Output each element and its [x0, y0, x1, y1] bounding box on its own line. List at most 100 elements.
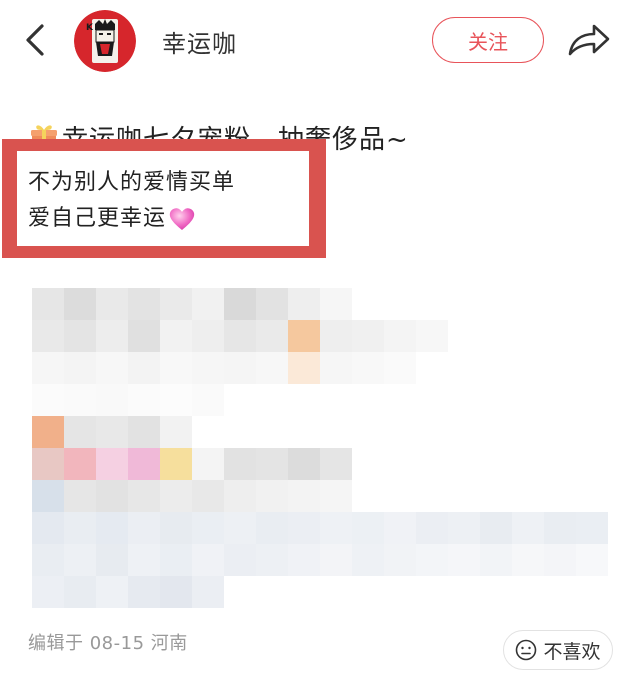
- mosaic-cell: [64, 576, 96, 608]
- mosaic-cell: [480, 512, 512, 544]
- dislike-label: 不喜欢: [543, 640, 601, 663]
- mosaic-cell: [32, 288, 64, 320]
- mosaic-cell: [288, 480, 320, 512]
- mosaic-cell: [192, 288, 224, 320]
- mosaic-cell: [416, 512, 448, 544]
- mosaic-cell: [320, 544, 352, 576]
- mosaic-cell: [96, 352, 128, 384]
- mosaic-cell: [96, 416, 128, 448]
- mosaic-cell: [128, 544, 160, 576]
- mosaic-cell: [352, 320, 384, 352]
- mosaic-cell: [448, 512, 480, 544]
- mosaic-cell: [256, 352, 288, 384]
- mosaic-cell: [384, 544, 416, 576]
- mosaic-cell: [320, 448, 352, 480]
- share-button[interactable]: [566, 20, 612, 60]
- mosaic-cell: [32, 352, 64, 384]
- mosaic-cell: [256, 320, 288, 352]
- mosaic-cell: [32, 448, 64, 480]
- mosaic-cell: [160, 544, 192, 576]
- playing-card-king-avatar: K: [74, 10, 136, 72]
- mosaic-cell: [576, 512, 608, 544]
- mosaic-cell: [416, 320, 448, 352]
- mosaic-cell: [352, 512, 384, 544]
- mosaic-cell: [384, 352, 416, 384]
- mosaic-cell: [160, 480, 192, 512]
- mosaic-cell: [224, 352, 256, 384]
- mosaic-cell: [320, 288, 352, 320]
- mosaic-cell: [224, 544, 256, 576]
- mosaic-cell: [32, 416, 64, 448]
- mosaic-cell: [192, 352, 224, 384]
- mosaic-cell: [224, 448, 256, 480]
- mosaic-cell: [96, 544, 128, 576]
- mosaic-cell: [192, 384, 224, 416]
- mosaic-cell: [544, 544, 576, 576]
- mosaic-cell: [32, 512, 64, 544]
- mosaic-cell: [32, 320, 64, 352]
- avatar[interactable]: K: [74, 10, 136, 72]
- mosaic-cell: [256, 544, 288, 576]
- chevron-left-icon: [26, 24, 44, 56]
- mosaic-cell: [288, 448, 320, 480]
- mosaic-cell: [224, 288, 256, 320]
- mosaic-cell: [128, 576, 160, 608]
- mosaic-cell: [64, 384, 96, 416]
- mosaic-cell: [96, 320, 128, 352]
- mosaic-cell: [480, 544, 512, 576]
- mosaic-cell: [160, 288, 192, 320]
- mosaic-cell: [288, 544, 320, 576]
- mosaic-cell: [224, 480, 256, 512]
- mosaic-cell: [192, 576, 224, 608]
- highlight-text-panel: 不为别人的爱情买单 爱自己更幸运: [17, 151, 309, 246]
- mosaic-cell: [64, 448, 96, 480]
- highlight-line-2: 爱自己更幸运: [28, 201, 309, 237]
- mosaic-cell: [192, 320, 224, 352]
- mosaic-cell: [256, 480, 288, 512]
- mosaic-cell: [128, 288, 160, 320]
- mosaic-cell: [128, 416, 160, 448]
- mosaic-cell: [288, 512, 320, 544]
- mosaic-cell: [160, 352, 192, 384]
- mosaic-cell: [64, 288, 96, 320]
- pink-heart-emoji-icon: [169, 208, 195, 230]
- mosaic-cell: [256, 448, 288, 480]
- mosaic-cell: [320, 480, 352, 512]
- account-name[interactable]: 幸运咖: [162, 24, 237, 59]
- neutral-face-icon: [516, 639, 537, 661]
- mosaic-cell: [160, 512, 192, 544]
- mosaic-cell: [192, 512, 224, 544]
- highlight-text-2: 爱自己更幸运: [28, 206, 167, 231]
- highlight-frame: 不为别人的爱情买单 爱自己更幸运: [2, 139, 326, 258]
- mosaic-cell: [128, 480, 160, 512]
- mosaic-cell: [544, 512, 576, 544]
- mosaic-cell: [128, 448, 160, 480]
- mosaic-cell: [96, 448, 128, 480]
- mosaic-cell: [96, 512, 128, 544]
- mosaic-cell: [384, 512, 416, 544]
- mosaic-cell: [448, 544, 480, 576]
- mosaic-cell: [96, 480, 128, 512]
- mosaic-cell: [32, 480, 64, 512]
- mosaic-cell: [128, 512, 160, 544]
- mosaic-cell: [512, 544, 544, 576]
- back-button[interactable]: [18, 20, 54, 60]
- mosaic-cell: [64, 352, 96, 384]
- mosaic-cell: [288, 352, 320, 384]
- post-header: K 幸运咖 关注: [0, 0, 639, 84]
- mosaic-cell: [160, 576, 192, 608]
- mosaic-cell: [160, 416, 192, 448]
- mosaic-cell: [224, 320, 256, 352]
- mosaic-cell: [288, 320, 320, 352]
- mosaic-cell: [352, 544, 384, 576]
- mosaic-cell: [384, 320, 416, 352]
- svg-text:K: K: [86, 23, 94, 33]
- mosaic-cell: [320, 352, 352, 384]
- dislike-button[interactable]: 不喜欢: [503, 630, 613, 670]
- follow-button[interactable]: 关注: [432, 17, 544, 63]
- mosaic-cell: [64, 512, 96, 544]
- mosaic-cell: [128, 384, 160, 416]
- post-meta: 编辑于 08-15 河南: [28, 633, 188, 654]
- mosaic-cell: [320, 320, 352, 352]
- mosaic-cell: [128, 352, 160, 384]
